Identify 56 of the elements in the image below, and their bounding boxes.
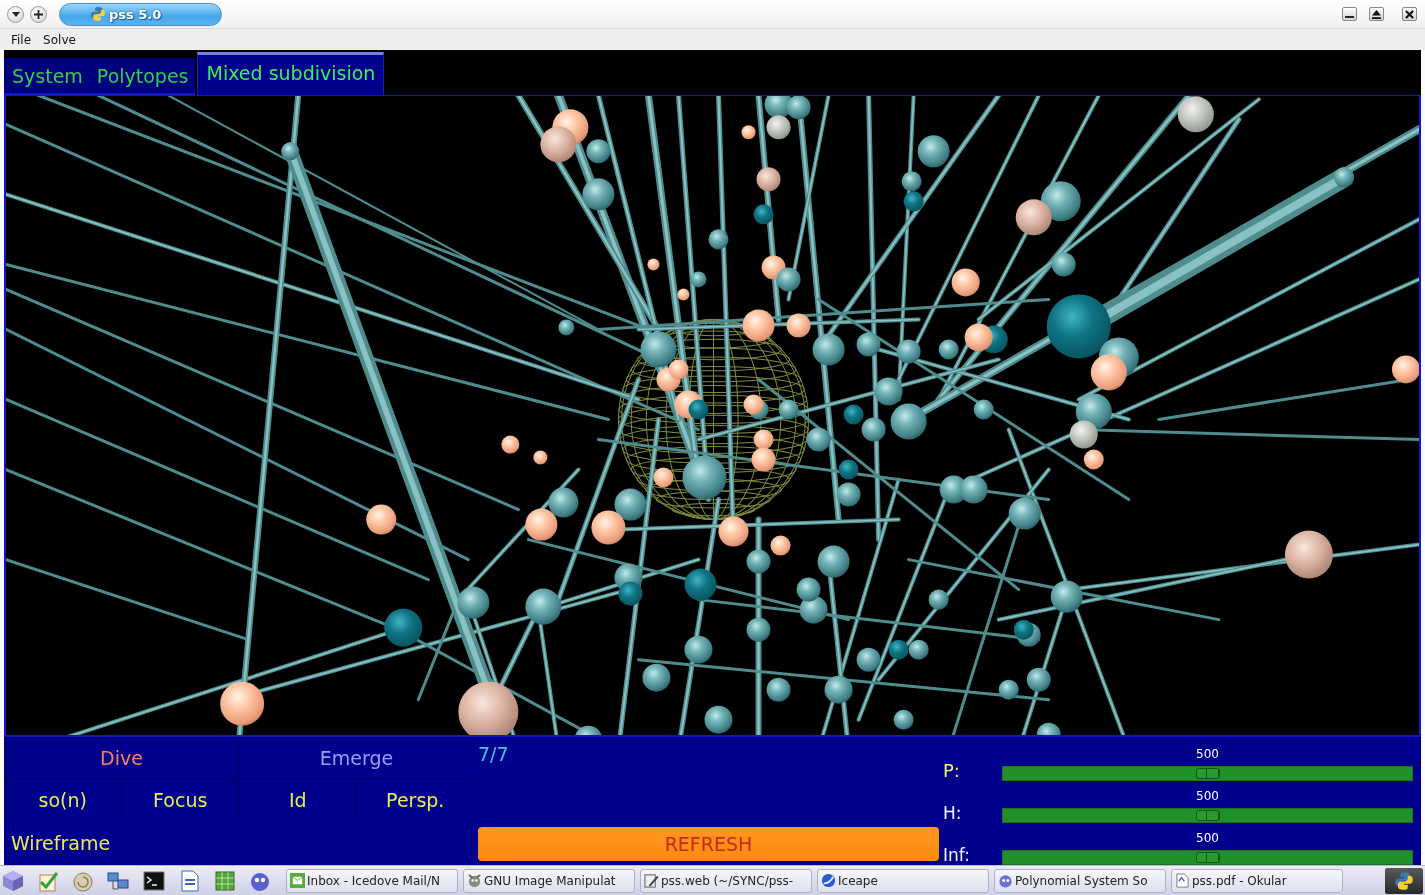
slider-track[interactable] <box>1002 850 1413 865</box>
envelope-icon <box>290 873 305 888</box>
view-button[interactable]: so(n) <box>4 779 122 821</box>
minimize-button[interactable] <box>1342 7 1357 21</box>
tab[interactable]: System <box>4 58 89 95</box>
pencil-icon <box>644 873 659 888</box>
caret-down-icon <box>11 11 20 17</box>
creature-icon <box>998 873 1013 888</box>
slider-thumb[interactable] <box>1195 768 1220 779</box>
slider-reading: 500 <box>1196 788 1219 804</box>
app-logo-icon <box>90 6 106 22</box>
view-button[interactable]: Persp. <box>356 779 474 821</box>
cube-icon[interactable] <box>2 869 24 892</box>
globe-icon <box>821 873 836 888</box>
step-counter: 7/7 <box>478 743 509 765</box>
taskbar-button[interactable]: Iceape <box>817 868 989 893</box>
add-button[interactable] <box>30 5 47 23</box>
document-icon[interactable] <box>179 869 201 892</box>
taskbar-button[interactable]: pss.pdf - Okular <box>1171 868 1343 893</box>
shell-icon[interactable] <box>72 869 94 892</box>
taskbar-button[interactable]: Polynomial System So <box>994 868 1166 893</box>
app-logo-icon <box>1394 870 1414 891</box>
plus-icon <box>34 9 43 19</box>
view-button[interactable]: Id <box>239 779 357 821</box>
slider-track[interactable] <box>1002 808 1413 823</box>
menu-item[interactable]: File <box>5 30 38 49</box>
slider-thumb[interactable] <box>1195 852 1220 863</box>
slider-label: Inf: <box>943 845 971 865</box>
slider-reading: 500 <box>1196 746 1219 762</box>
network-icon[interactable] <box>107 869 129 892</box>
maximize-button[interactable] <box>1369 7 1384 21</box>
window-title: pss 5.0 <box>109 6 162 22</box>
tab[interactable]: Mixed subdivision <box>196 52 385 95</box>
slider-label: P: <box>943 760 961 781</box>
terminal-icon[interactable] <box>142 869 166 892</box>
spreadsheet-icon[interactable] <box>214 869 236 892</box>
taskbar-button[interactable]: GNU Image Manipulat <box>463 868 635 893</box>
taskbar-button[interactable]: pss.web (~/SYNC/pss- <box>640 868 812 893</box>
checkmark-icon[interactable] <box>37 869 59 892</box>
close-icon <box>1405 9 1414 19</box>
close-button[interactable] <box>1402 7 1417 21</box>
minimize-icon <box>1345 16 1354 18</box>
view-button[interactable]: Focus <box>121 779 239 821</box>
slider-track[interactable] <box>1002 766 1413 781</box>
animal-face-icon <box>467 873 482 888</box>
maximize-icon <box>1372 9 1381 19</box>
tab[interactable]: Polytopes <box>88 58 195 95</box>
window-menu-button[interactable] <box>7 5 24 23</box>
menu-item[interactable]: Solve <box>37 30 82 49</box>
taskbar-button[interactable]: Inbox - Icedove Mail/N <box>286 868 458 893</box>
tray-button[interactable] <box>1385 867 1423 894</box>
slider-label: H: <box>943 803 963 823</box>
document-icon <box>1175 873 1190 888</box>
navigation-button[interactable]: Dive <box>4 737 239 779</box>
slider-reading: 500 <box>1196 830 1219 846</box>
slider-thumb[interactable] <box>1195 810 1220 821</box>
